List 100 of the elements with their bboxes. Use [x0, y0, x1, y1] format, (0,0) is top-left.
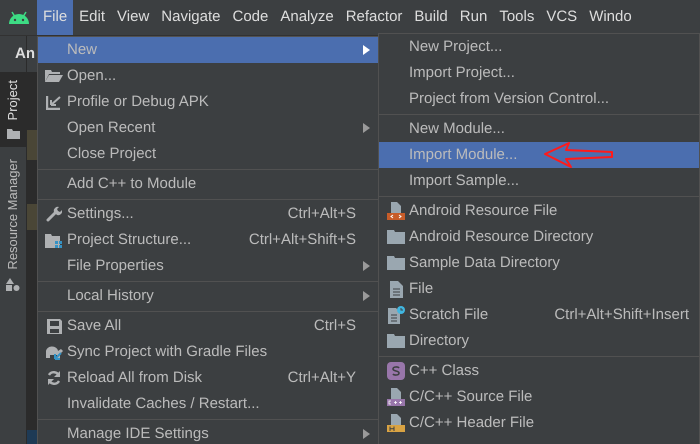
- resource-file-icon: [387, 202, 405, 220]
- folder-icon: [6, 128, 20, 140]
- menu-item[interactable]: Scratch File Ctrl+Alt+Shift+Insert: [379, 302, 699, 328]
- submenu-arrow-icon: [363, 261, 370, 271]
- menu-item-label: C/C++ Header File: [409, 412, 534, 433]
- menu-item-label: File Properties: [67, 256, 164, 276]
- menu-item[interactable]: Project from Version Control...: [379, 86, 699, 112]
- menu-item-label: Open...: [67, 66, 116, 86]
- menu-item-label: New Module...: [409, 118, 505, 139]
- menu-item-label: Manage IDE Settings: [67, 424, 209, 444]
- submenu-arrow-icon: [363, 45, 370, 55]
- editor-highlight: [27, 130, 37, 160]
- menu-item[interactable]: Save All Ctrl+S: [38, 313, 378, 339]
- folder-icon: [387, 230, 405, 244]
- shortcut-text: Ctrl+Alt+S: [288, 204, 356, 224]
- menu-bar-item[interactable]: Tools: [493, 0, 540, 35]
- menu-item-label: Import Sample...: [409, 170, 520, 191]
- tool-window-tab[interactable]: Project: [0, 72, 26, 148]
- shortcut-text: Ctrl+S: [314, 316, 356, 336]
- menu-item[interactable]: C++ Class: [379, 358, 699, 384]
- menu-item-label: Close Project: [67, 144, 156, 164]
- menu-item-label: Invalidate Caches / Restart...: [67, 394, 260, 414]
- shortcut-text: Ctrl+Alt+Y: [288, 368, 356, 388]
- menu-item-label: Import Module...: [409, 144, 518, 165]
- reload-icon: [46, 370, 62, 386]
- folder-icon: [45, 69, 63, 83]
- menu-item[interactable]: Close Project: [38, 141, 378, 167]
- menu-item-label: Reload All from Disk: [67, 368, 202, 388]
- menu-bar-item[interactable]: Build: [408, 0, 454, 35]
- menu-item-label: File: [409, 278, 434, 299]
- source-file-icon: [387, 388, 405, 406]
- toolbar-text: An: [15, 44, 35, 64]
- save-icon: [46, 318, 62, 334]
- menu-item[interactable]: Profile or Debug APK: [38, 89, 378, 115]
- tool-window-tab[interactable]: Resource Manager: [0, 151, 26, 300]
- menu-item[interactable]: Manage IDE Settings: [38, 421, 378, 444]
- menu-item[interactable]: Settings... Ctrl+Alt+S: [38, 201, 378, 227]
- scratch-file-icon: [388, 306, 404, 324]
- class-icon: [387, 362, 405, 380]
- menu-item[interactable]: Reload All from Disk Ctrl+Alt+Y: [38, 365, 378, 391]
- menu-item[interactable]: Add C++ to Module: [38, 171, 378, 197]
- menu-item[interactable]: Sync Project with Gradle Files: [38, 339, 378, 365]
- editor-selection: [27, 430, 37, 444]
- menu-item[interactable]: File: [379, 276, 699, 302]
- menu-item[interactable]: Directory: [379, 328, 699, 354]
- menu-item-label: Open Recent: [67, 118, 156, 138]
- menu-item-label: Settings...: [67, 204, 134, 224]
- header-file-icon: [387, 414, 405, 432]
- wrench-icon: [46, 206, 62, 222]
- folder-icon: [387, 256, 405, 270]
- menu-bar-item[interactable]: VCS: [540, 0, 584, 35]
- menu-item[interactable]: New Project...: [379, 34, 699, 60]
- menu-item[interactable]: Local History: [38, 283, 378, 309]
- menu-item-label: Project Structure...: [67, 230, 192, 250]
- menu-item[interactable]: Project Structure... Ctrl+Alt+Shift+S: [38, 227, 378, 253]
- submenu-arrow-icon: [363, 429, 370, 439]
- shortcut-text: Ctrl+Alt+Shift+Insert: [554, 304, 689, 325]
- android-logo-icon: [8, 10, 30, 24]
- menu-item-label: Directory: [409, 330, 470, 351]
- menu-item[interactable]: Invalidate Caches / Restart...: [38, 391, 378, 417]
- menu-item[interactable]: Sample Data Directory: [379, 250, 699, 276]
- menu-bar-item[interactable]: Analyze: [274, 0, 340, 35]
- menu-item-label: New Project...: [409, 36, 502, 57]
- menu-item[interactable]: File Properties: [38, 253, 378, 279]
- menu-bar-item[interactable]: Run: [454, 0, 494, 35]
- menu-bar-item[interactable]: Navigate: [155, 0, 226, 35]
- menu-item[interactable]: Open...: [38, 63, 378, 89]
- arrow-down-left-icon: [46, 94, 62, 110]
- menu-item[interactable]: New Module...: [379, 116, 699, 142]
- menu-item[interactable]: Import Sample...: [379, 168, 699, 194]
- menu-item-label: C/C++ Source File: [409, 386, 532, 407]
- menu-bar-item[interactable]: Edit: [73, 0, 112, 35]
- menu-item-label: Import Project...: [409, 62, 515, 83]
- menu-item[interactable]: Import Project...: [379, 60, 699, 86]
- editor-highlight: [27, 204, 37, 230]
- menu-item-label: Local History: [67, 286, 154, 306]
- menu-item-label: Android Resource Directory: [409, 226, 594, 247]
- menu-item[interactable]: C/C++ Header File: [379, 410, 699, 436]
- menu-bar-item[interactable]: Refactor: [340, 0, 408, 35]
- menu-item-label: C++ Class: [409, 360, 480, 381]
- shortcut-text: Ctrl+Alt+Shift+S: [248, 230, 356, 250]
- menu-bar-item[interactable]: Windo: [583, 0, 638, 35]
- menu-item[interactable]: Open Recent: [38, 115, 378, 141]
- menu-item-label: Add C++ to Module: [67, 174, 196, 194]
- menu-item-label: Sample Data Directory: [409, 252, 560, 273]
- menu-item[interactable]: C/C++ Source File: [379, 384, 699, 410]
- menu-item-label: Project from Version Control...: [409, 88, 610, 109]
- menu-bar-item[interactable]: View: [111, 0, 156, 35]
- menu-item-label: Scratch File: [409, 304, 488, 325]
- menu-item[interactable]: Android Resource Directory: [379, 224, 699, 250]
- submenu-arrow-icon: [363, 123, 370, 133]
- menu-item-label: Android Resource File: [409, 200, 558, 221]
- menu-bar-item[interactable]: Code: [226, 0, 274, 35]
- menu-bar-item[interactable]: File: [37, 0, 74, 35]
- file-icon: [390, 280, 402, 298]
- arrow-annotation: [543, 141, 615, 169]
- menu-item-label: Sync Project with Gradle Files: [67, 342, 268, 362]
- folder-icon: [387, 334, 405, 348]
- menu-item[interactable]: Android Resource File: [379, 198, 699, 224]
- menu-item-label: Save All: [67, 316, 122, 336]
